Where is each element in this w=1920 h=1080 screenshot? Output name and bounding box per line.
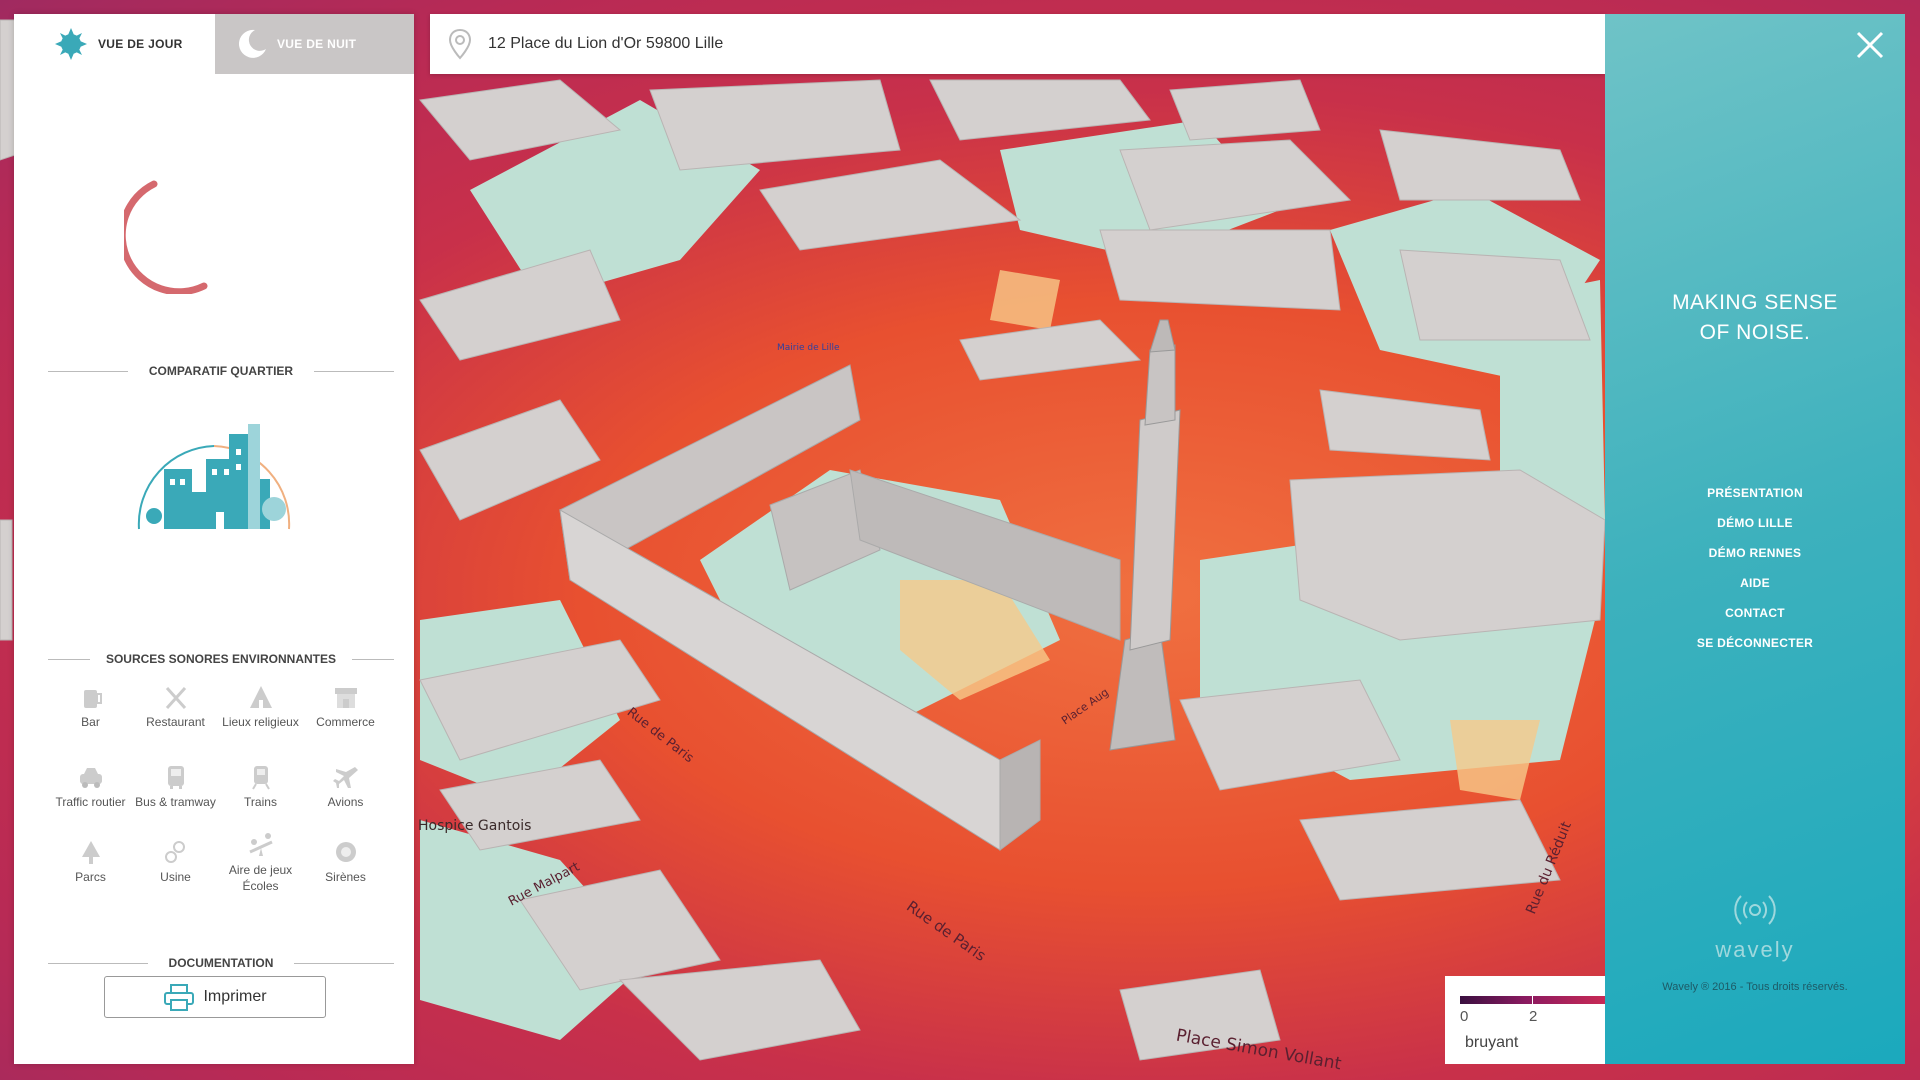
location-pin-icon [448, 28, 472, 60]
source-playground[interactable]: Aire de jeux Écoles [218, 832, 303, 894]
tab-day-label: VUE DE JOUR [98, 37, 183, 51]
sources-title-text: SOURCES SONORES ENVIRONNANTES [105, 652, 337, 666]
religious-icon [249, 686, 272, 708]
sources-title: SOURCES SONORES ENVIRONNANTES [48, 652, 394, 666]
left-panel: VUE DE JOUR VUE DE NUIT COMPARATIF QUART… [14, 14, 414, 1064]
source-religious-label: Lieux religieux [222, 715, 299, 729]
wavely-logo-icon [1734, 895, 1776, 925]
print-button-label: Imprimer [203, 988, 267, 1005]
source-restaurant[interactable]: Restaurant [133, 684, 218, 730]
source-trains[interactable]: Trains [218, 764, 303, 810]
legend-tick-2: 2 [1529, 1008, 1538, 1025]
siren-icon [335, 842, 356, 862]
moon-icon [238, 29, 266, 58]
plane-icon [332, 767, 358, 788]
source-bus-label: Bus & tramway [135, 795, 216, 809]
sun-icon [55, 28, 87, 60]
source-religious[interactable]: Lieux religieux [218, 684, 303, 730]
menu-item-aide[interactable]: AIDE [1605, 568, 1905, 598]
close-icon[interactable] [1855, 30, 1885, 60]
source-planes-label: Avions [327, 795, 364, 809]
source-sirens-label: Sirènes [325, 870, 366, 884]
source-bus[interactable]: Bus & tramway [133, 764, 218, 810]
main-menu: PRÉSENTATION DÉMO LILLE DÉMO RENNES AIDE… [1605, 478, 1905, 658]
wavely-logo-text: wavely [1715, 937, 1795, 962]
source-commerce[interactable]: Commerce [303, 684, 388, 730]
menu-item-contact[interactable]: CONTACT [1605, 598, 1905, 628]
source-bar-label: Bar [81, 715, 100, 729]
comparatif-title: COMPARATIF QUARTIER [48, 364, 394, 378]
documentation-title: DOCUMENTATION [48, 956, 394, 970]
copyright: Wavely ® 2016 - Tous droits réservés. [1662, 981, 1848, 993]
tagline-line-2: OF NOISE. [1699, 321, 1811, 344]
source-commerce-label: Commerce [316, 715, 375, 729]
right-panel: MAKING SENSE OF NOISE. PRÉSENTATION DÉMO… [1605, 14, 1905, 1064]
legend-tick-0: 0 [1460, 1008, 1469, 1025]
source-traffic[interactable]: Traffic routier [48, 764, 133, 810]
tab-night-view[interactable]: VUE DE NUIT [215, 14, 414, 74]
address-input[interactable] [486, 34, 1490, 54]
source-playground-label-2: Écoles [242, 879, 279, 893]
source-factory-label: Usine [160, 870, 191, 884]
printer-icon [164, 984, 195, 1011]
source-playground-label: Aire de jeux [228, 863, 293, 877]
legend-label: bruyant [1465, 1034, 1519, 1051]
legend-tick-mark [1532, 994, 1533, 1008]
beer-icon [83, 690, 102, 708]
source-trains-label: Trains [244, 795, 277, 809]
utensils-icon [165, 686, 186, 710]
tab-night-label: VUE DE NUIT [277, 37, 357, 51]
menu-item-demo-lille[interactable]: DÉMO LILLE [1605, 508, 1905, 538]
menu-item-logout[interactable]: SE DÉCONNECTER [1605, 628, 1905, 658]
source-factory[interactable]: Usine [133, 839, 218, 885]
loading-spinner [124, 180, 208, 294]
bus-icon [167, 766, 184, 789]
shop-icon [334, 688, 357, 708]
tagline-line-1: MAKING SENSE [1672, 291, 1838, 314]
tab-day-view[interactable]: VUE DE JOUR [14, 14, 215, 74]
wavely-logo: wavely [1605, 884, 1905, 963]
view-tabs: VUE DE JOUR VUE DE NUIT [14, 14, 414, 74]
noise-legend: 0 2 bruyant [1445, 976, 1605, 1064]
source-parks-label: Parcs [75, 870, 106, 884]
map-label-mairie: Mairie de Lille [777, 343, 840, 353]
playground-icon [248, 833, 273, 856]
print-button[interactable]: Imprimer [104, 976, 326, 1018]
source-restaurant-label: Restaurant [146, 715, 205, 729]
comparatif-title-text: COMPARATIF QUARTIER [148, 364, 294, 378]
documentation-title-text: DOCUMENTATION [168, 956, 274, 970]
train-icon [251, 766, 270, 790]
tagline: MAKING SENSE OF NOISE. [1605, 288, 1905, 348]
source-bar[interactable]: Bar [48, 684, 133, 730]
menu-item-demo-rennes[interactable]: DÉMO RENNES [1605, 538, 1905, 568]
menu-item-presentation[interactable]: PRÉSENTATION [1605, 478, 1905, 508]
factory-icon [164, 841, 185, 863]
source-sirens[interactable]: Sirènes [303, 839, 388, 885]
neighborhood-illustration [137, 424, 291, 530]
source-traffic-label: Traffic routier [55, 795, 126, 809]
car-icon [79, 768, 102, 788]
tree-icon [81, 841, 100, 864]
source-parks[interactable]: Parcs [48, 839, 133, 885]
address-search-bar [430, 14, 1605, 74]
map-label-gantois: Hospice Gantois [418, 818, 532, 834]
source-planes[interactable]: Avions [303, 764, 388, 810]
